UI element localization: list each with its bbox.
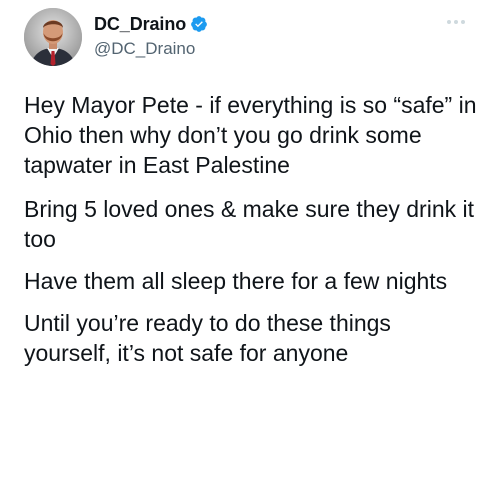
verified-badge-icon bbox=[191, 16, 207, 32]
tweet-text: Hey Mayor Pete - if everything is so “sa… bbox=[24, 90, 484, 380]
avatar[interactable] bbox=[24, 8, 82, 66]
display-name-row: DC_Draino bbox=[94, 12, 208, 36]
tweet-paragraph: Bring 5 loved ones & make sure they drin… bbox=[24, 196, 475, 252]
tweet-paragraph: Until you’re ready to do these things yo… bbox=[24, 310, 391, 366]
tweet-paragraph: Have them all sleep there for a few nigh… bbox=[24, 268, 448, 294]
author-names: DC_Draino @DC_Draino bbox=[94, 12, 208, 59]
author-display-name[interactable]: DC_Draino bbox=[94, 14, 186, 35]
tweet-card: DC_Draino @DC_Draino Hey Mayor Pete - if… bbox=[0, 0, 500, 493]
tweet-header: DC_Draino @DC_Draino bbox=[24, 8, 476, 68]
more-options-icon[interactable] bbox=[446, 18, 466, 26]
tweet-paragraph: Hey Mayor Pete - if everything is so “sa… bbox=[24, 92, 477, 178]
person-avatar-icon bbox=[24, 8, 82, 66]
author-handle[interactable]: @DC_Draino bbox=[94, 39, 208, 59]
